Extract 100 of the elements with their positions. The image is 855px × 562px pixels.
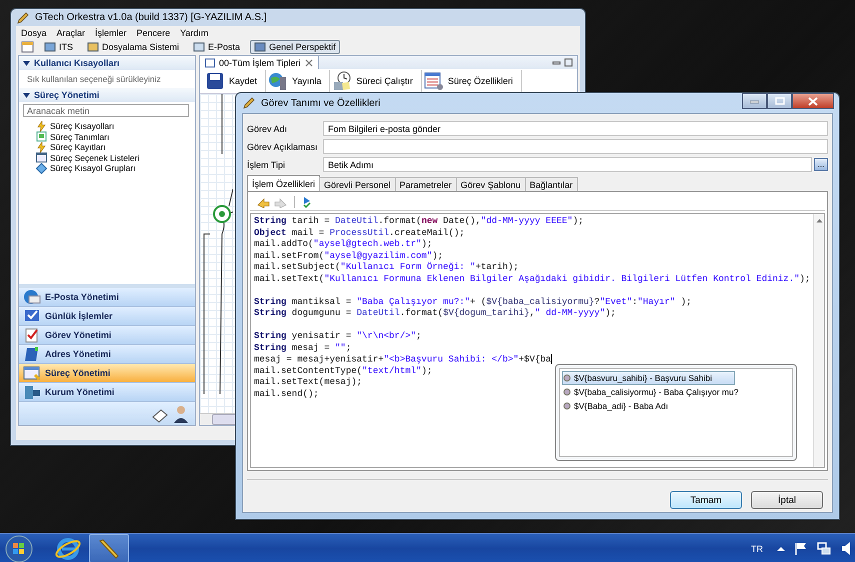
- envelope-icon: [193, 41, 206, 52]
- code-line: mail.addTo("aysel@gtech.web.tr");: [254, 239, 432, 250]
- menu-item[interactable]: Araçlar: [56, 28, 86, 38]
- tab[interactable]: Görev Şablonu: [456, 177, 526, 191]
- field-label: Görev Adı: [247, 124, 288, 134]
- window-title: GTech Orkestra v1.0a (build 1337) [G-YAZILIM A.S.]: [35, 12, 267, 23]
- tab[interactable]: İşlem Özellikleri: [247, 175, 320, 191]
- code-line: mesaj = mesaj+yenisatir+"<b>Başvuru Sahibi: </b>"+$V{ba: [254, 354, 552, 366]
- network-icon[interactable]: [817, 542, 831, 555]
- toolbar-button[interactable]: Kaydet: [203, 70, 266, 92]
- menu-item[interactable]: Pencere: [136, 28, 170, 38]
- taskbar-app-button[interactable]: [89, 534, 129, 562]
- flag-icon[interactable]: [795, 542, 807, 555]
- suggestion-item[interactable]: $V{basvuru_sahibi} - Başvuru Sahibi: [562, 371, 735, 385]
- window-icon: [23, 365, 41, 381]
- minimize-button[interactable]: [742, 93, 767, 109]
- menu-item[interactable]: Dosya: [21, 28, 47, 38]
- minimize-icon: [750, 98, 759, 104]
- book-icon: [23, 346, 41, 362]
- field-label: Görev Açıklaması: [247, 142, 319, 152]
- nav-bar-item[interactable]: E-Posta Yönetimi: [19, 288, 195, 307]
- code-line: String mantiksal = "Baba Çalışıyor mu?:"+ ($V{baba_calisiyormu}?"Evet":"Hayır" );: [254, 296, 692, 308]
- code-line: mail.setText("Kullanıcı Formuna Eklenen Bilgiler Aşağıdaki gibidir. Bilgileri Lütfen Kontrol Ediniz.");: [254, 274, 810, 285]
- tab[interactable]: Parametreler: [394, 177, 457, 191]
- tree-item[interactable]: Süreç Tanımları: [50, 132, 110, 142]
- folder-icon: [87, 41, 100, 52]
- menu-item[interactable]: İşlemler: [95, 28, 127, 38]
- up-arrow-icon[interactable]: [777, 546, 785, 552]
- checklist-icon: [23, 308, 41, 324]
- person-icon[interactable]: [173, 405, 189, 423]
- up-arrow-icon[interactable]: [816, 218, 822, 223]
- perspective-button[interactable]: Genel Perspektif: [250, 40, 340, 54]
- code-line: mail.setSubject("Kullanıcı Form Örneği: "+tarih);: [254, 262, 519, 274]
- collapse-icon[interactable]: [23, 60, 30, 66]
- editor-tab[interactable]: 00-Tüm İşlem Tipleri: [200, 56, 319, 69]
- text-field[interactable]: [323, 139, 828, 154]
- window-icon[interactable]: [21, 40, 34, 52]
- close-icon: [808, 96, 818, 106]
- dialog-button[interactable]: İptal: [751, 491, 823, 509]
- menu-item[interactable]: Yardım: [180, 28, 208, 38]
- speaker-icon[interactable]: [841, 542, 851, 555]
- code-line: mail.send();: [254, 388, 319, 400]
- start-button[interactable]: [5, 534, 33, 562]
- field-label: İşlem Tipi: [247, 160, 286, 170]
- suggestion-item[interactable]: $V{baba_calisiyormu} - Baba Çalışıyor mu?: [562, 385, 762, 399]
- browse-button[interactable]: ...: [814, 158, 828, 171]
- tree-item[interactable]: Süreç Kayıtları: [50, 142, 106, 152]
- floppy-icon: [205, 71, 225, 91]
- window-icon: [254, 41, 266, 52]
- nav-bar-item[interactable]: Görev Yönetimi: [19, 326, 195, 345]
- hint-text: Sık kullanılan seçeneği sürükleyiniz: [26, 73, 162, 86]
- server-icon: [23, 384, 41, 400]
- code-line: String tarih = DateUtil.format(new Date(),"dd-MM-yyyy EEEE");: [254, 216, 584, 228]
- close-icon[interactable]: [304, 58, 313, 66]
- code-editor[interactable]: [250, 213, 825, 468]
- browser-icon[interactable]: [55, 536, 81, 562]
- globe-icon: [268, 71, 288, 91]
- language-indicator[interactable]: TR: [751, 544, 763, 554]
- dialog-button[interactable]: Tamam: [670, 491, 742, 509]
- perspective-button[interactable]: Dosyalama Sistemi: [83, 40, 184, 54]
- close-button[interactable]: [792, 93, 834, 109]
- tree-item[interactable]: Süreç Kısayolları: [50, 121, 114, 132]
- run-icon[interactable]: [302, 196, 312, 208]
- maximize-icon[interactable]: [564, 58, 573, 67]
- vertical-scrollbar[interactable]: [813, 214, 824, 467]
- code-line: mail.setFrom("aysel@gyazilim.com");: [254, 250, 444, 262]
- tab[interactable]: Görevli Personel: [319, 177, 396, 191]
- list-icon: [36, 152, 47, 164]
- document-icon: [36, 131, 47, 142]
- maximize-icon: [774, 97, 784, 105]
- envelope-icon: [23, 289, 41, 305]
- lightning-icon: [36, 142, 47, 153]
- pencil-icon: [97, 536, 121, 560]
- table-icon: [424, 71, 444, 91]
- tree-item[interactable]: Süreç Seçenek Listeleri: [50, 152, 140, 163]
- tree-item[interactable]: Süreç Kısayol Grupları: [50, 163, 136, 174]
- text-field[interactable]: Fom Bilgileri e-posta gönder: [323, 121, 828, 136]
- perspective-button[interactable]: ITS: [40, 40, 78, 54]
- document-icon: [205, 58, 215, 68]
- diamond-icon: [36, 162, 47, 174]
- clock-icon: [332, 71, 352, 91]
- tab[interactable]: Bağlantılar: [524, 177, 578, 191]
- lightning-icon: [36, 120, 47, 132]
- maximize-button[interactable]: [767, 93, 792, 109]
- code-line: String yenisatir = "\r\n<br/>";: [254, 331, 422, 342]
- code-line: mail.setContentType("text/html");: [254, 366, 432, 377]
- nav-bar-item[interactable]: Günlük İşlemler: [19, 307, 195, 326]
- nav-bar-item[interactable]: Kurum Yönetimi: [19, 383, 195, 402]
- nav-bar-item[interactable]: Adres Yönetimi: [19, 345, 195, 364]
- suggestion-item[interactable]: $V{Baba_adi} - Baba Adı: [562, 399, 692, 413]
- text-field[interactable]: Betik Adımı: [323, 157, 812, 172]
- undo-icon[interactable]: [257, 196, 270, 208]
- collapse-icon[interactable]: [23, 92, 30, 98]
- search-field[interactable]: Aranacak metin: [23, 104, 189, 117]
- code-line: String mesaj = "";: [254, 342, 352, 354]
- code-line: Object mail = ProcessUtil.createMail();: [254, 228, 465, 239]
- perspective-button[interactable]: E-Posta: [189, 40, 244, 54]
- nav-bar-item[interactable]: Süreç Yönetimi: [19, 364, 195, 383]
- dialog-title: Görev Tanımı ve Özellikleri: [261, 98, 380, 108]
- code-line: String dogumgunu = DateUtil.format($V{dogum_tarihi}," dd-MM-yyyy");: [254, 308, 616, 320]
